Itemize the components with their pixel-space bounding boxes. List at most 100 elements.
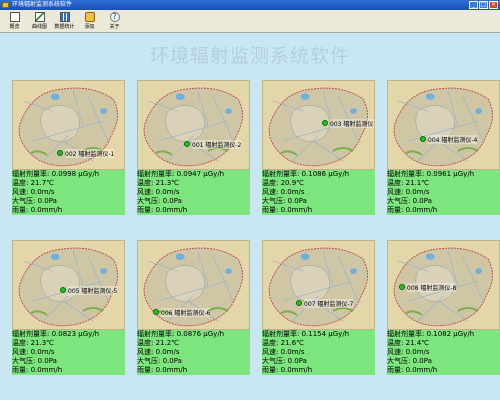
location-map[interactable]: 007 辐射监测仪-7: [262, 240, 375, 330]
statistics-icon: [59, 12, 70, 22]
wind-speed-value: 风速: 0.0m/s: [12, 188, 55, 196]
rainfall-value: 雨量: 0.0mm/h: [387, 206, 438, 214]
dose-rate-value: 辐射剂量率: 0.0961 μGy/h: [387, 170, 475, 178]
air-pressure-value: 大气压: 0.0Pa: [137, 197, 182, 205]
monitor-label: 005 辐射监测仪-5: [68, 286, 118, 295]
dose-rate-value: 辐射剂量率: 0.0876 μGy/h: [137, 330, 225, 338]
overview-button[interactable]: 概览: [2, 10, 27, 32]
monitor-label: 007 辐射监测仪-7: [304, 299, 354, 308]
monitor-location-marker[interactable]: [60, 287, 66, 293]
temperature-value: 温度: 21.4℃: [387, 339, 430, 347]
statistics-label: 数据统计: [54, 24, 75, 30]
app-icon: [2, 2, 9, 8]
dose-rate-value: 辐射剂量率: 0.1154 μGy/h: [262, 330, 350, 338]
close-button[interactable]: ×: [489, 1, 498, 9]
monitor-readings: 辐射剂量率: 0.1082 μGy/h 温度: 21.4℃ 风速: 0.0m/s…: [387, 330, 500, 375]
location-map[interactable]: 006 辐射监测仪-6: [137, 240, 250, 330]
monitor-card[interactable]: 007 辐射监测仪-7 辐射剂量率: 0.1154 μGy/h 温度: 21.6…: [262, 240, 375, 375]
monitor-label: 004 辐射监测仪-4: [428, 135, 478, 144]
temperature-value: 温度: 21.7℃: [12, 179, 55, 187]
monitor-location-marker[interactable]: [399, 284, 405, 290]
temperature-value: 温度: 21.2℃: [137, 339, 180, 347]
monitor-location-marker[interactable]: [296, 300, 302, 306]
wind-speed-value: 风速: 0.0m/s: [387, 348, 430, 356]
monitor-readings: 辐射剂量率: 0.0998 μGy/h 温度: 21.7℃ 风速: 0.0m/s…: [12, 170, 125, 215]
location-map[interactable]: 002 辐射监测仪-1: [12, 80, 125, 170]
monitor-card[interactable]: 004 辐射监测仪-4 辐射剂量率: 0.0961 μGy/h 温度: 21.1…: [387, 80, 500, 215]
curve-chart-icon: [34, 12, 45, 22]
window-controls: _ □ ×: [469, 1, 498, 9]
wind-speed-value: 风速: 0.0m/s: [12, 348, 55, 356]
rainfall-value: 雨量: 0.0mm/h: [387, 366, 438, 374]
monitor-label: 006 辐射监测仪-6: [161, 308, 211, 317]
monitor-location-marker[interactable]: [420, 136, 426, 142]
monitor-readings: 辐射剂量率: 0.0961 μGy/h 温度: 21.1℃ 风速: 0.0m/s…: [387, 170, 500, 215]
location-map[interactable]: 008 辐射监测仪-8: [387, 240, 500, 330]
rainfall-value: 雨量: 0.0mm/h: [262, 366, 313, 374]
monitor-card[interactable]: 002 辐射监测仪-1 辐射剂量率: 0.0998 μGy/h 温度: 21.7…: [12, 80, 125, 215]
dose-rate-value: 辐射剂量率: 0.1082 μGy/h: [387, 330, 475, 338]
rainfall-value: 雨量: 0.0mm/h: [262, 206, 313, 214]
wind-speed-value: 风速: 0.0m/s: [387, 188, 430, 196]
dose-rate-value: 辐射剂量率: 0.0823 μGy/h: [12, 330, 100, 338]
air-pressure-value: 大气压: 0.0Pa: [12, 197, 57, 205]
air-pressure-value: 大气压: 0.0Pa: [262, 357, 307, 365]
minimize-button[interactable]: _: [469, 1, 478, 9]
air-pressure-value: 大气压: 0.0Pa: [387, 197, 432, 205]
dose-rate-value: 辐射剂量率: 0.0998 μGy/h: [12, 170, 100, 178]
rainfall-value: 雨量: 0.0mm/h: [12, 206, 63, 214]
monitor-label: 002 辐射监测仪-1: [65, 149, 115, 158]
overview-label: 概览: [9, 24, 20, 30]
curve-chart-button[interactable]: 曲线图: [27, 10, 52, 32]
wind-speed-value: 风速: 0.0m/s: [262, 348, 305, 356]
temperature-value: 温度: 21.3℃: [12, 339, 55, 347]
overview-icon: [9, 12, 20, 22]
about-label: 关于: [109, 24, 120, 30]
about-icon: [109, 12, 120, 22]
monitor-location-marker[interactable]: [57, 150, 63, 156]
temperature-value: 温度: 21.6℃: [262, 339, 305, 347]
temperature-value: 温度: 21.3℃: [137, 179, 180, 187]
add-button[interactable]: 添加: [77, 10, 102, 32]
location-map[interactable]: 001 辐射监测仪-2: [137, 80, 250, 170]
dose-rate-value: 辐射剂量率: 0.0947 μGy/h: [137, 170, 225, 178]
location-map[interactable]: 003 辐射监测仪-3: [262, 80, 375, 170]
monitor-location-marker[interactable]: [322, 120, 328, 126]
rainfall-value: 雨量: 0.0mm/h: [137, 366, 188, 374]
air-pressure-value: 大气压: 0.0Pa: [387, 357, 432, 365]
monitor-label: 008 辐射监测仪-8: [407, 283, 457, 292]
monitor-readings: 辐射剂量率: 0.1086 μGy/h 温度: 20.9℃ 风速: 0.0m/s…: [262, 170, 375, 215]
window-title-bar[interactable]: 环境辐射监测系统软件 _ □ ×: [0, 0, 500, 10]
wind-speed-value: 风速: 0.0m/s: [137, 348, 180, 356]
air-pressure-value: 大气压: 0.0Pa: [137, 357, 182, 365]
toolbar: 概览 曲线图 数据统计 添加 关于: [0, 10, 500, 33]
maximize-button[interactable]: □: [479, 1, 488, 9]
curve-chart-label: 曲线图: [31, 24, 47, 30]
monitor-readings: 辐射剂量率: 0.0947 μGy/h 温度: 21.3℃ 风速: 0.0m/s…: [137, 170, 250, 215]
location-map[interactable]: 005 辐射监测仪-5: [12, 240, 125, 330]
about-button[interactable]: 关于: [102, 10, 127, 32]
monitor-card[interactable]: 003 辐射监测仪-3 辐射剂量率: 0.1086 μGy/h 温度: 20.9…: [262, 80, 375, 215]
monitor-card[interactable]: 006 辐射监测仪-6 辐射剂量率: 0.0876 μGy/h 温度: 21.2…: [137, 240, 250, 375]
temperature-value: 温度: 21.1℃: [387, 179, 430, 187]
add-label: 添加: [84, 24, 95, 30]
monitor-readings: 辐射剂量率: 0.0823 μGy/h 温度: 21.3℃ 风速: 0.0m/s…: [12, 330, 125, 375]
monitor-readings: 辐射剂量率: 0.1154 μGy/h 温度: 21.6℃ 风速: 0.0m/s…: [262, 330, 375, 375]
monitor-readings: 辐射剂量率: 0.0876 μGy/h 温度: 21.2℃ 风速: 0.0m/s…: [137, 330, 250, 375]
wind-speed-value: 风速: 0.0m/s: [137, 188, 180, 196]
monitor-card[interactable]: 001 辐射监测仪-2 辐射剂量率: 0.0947 μGy/h 温度: 21.3…: [137, 80, 250, 215]
rainfall-value: 雨量: 0.0mm/h: [137, 206, 188, 214]
statistics-button[interactable]: 数据统计: [52, 10, 77, 32]
air-pressure-value: 大气压: 0.0Pa: [12, 357, 57, 365]
monitor-card[interactable]: 005 辐射监测仪-5 辐射剂量率: 0.0823 μGy/h 温度: 21.3…: [12, 240, 125, 375]
monitor-location-marker[interactable]: [153, 309, 159, 315]
temperature-value: 温度: 20.9℃: [262, 179, 305, 187]
location-map[interactable]: 004 辐射监测仪-4: [387, 80, 500, 170]
wind-speed-value: 风速: 0.0m/s: [262, 188, 305, 196]
monitor-label: 001 辐射监测仪-2: [192, 140, 242, 149]
monitor-location-marker[interactable]: [184, 141, 190, 147]
monitor-label: 003 辐射监测仪-3: [330, 119, 374, 128]
window-title: 环境辐射监测系统软件: [12, 1, 73, 8]
dose-rate-value: 辐射剂量率: 0.1086 μGy/h: [262, 170, 350, 178]
monitor-card[interactable]: 008 辐射监测仪-8 辐射剂量率: 0.1082 μGy/h 温度: 21.4…: [387, 240, 500, 375]
